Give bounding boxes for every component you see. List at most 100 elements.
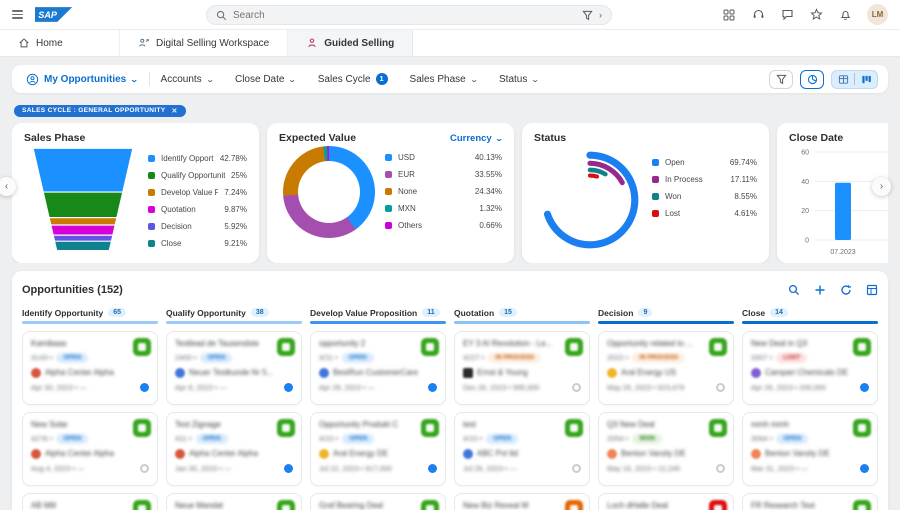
tab-digital-selling-workspace[interactable]: Digital Selling Workspace [120,30,289,56]
close-icon[interactable]: ✕ [172,107,178,115]
filter-status[interactable]: Status ⌄ [488,74,550,85]
legend-label: Lost [665,209,681,218]
card-title: Sales Phase [24,132,86,144]
opportunity-card[interactable]: test 4/10 • OPEN ABC Pvt ltd Jul 26, 2023 • … [454,411,590,486]
opportunity-card[interactable]: Q3 New Deal 2054 • WON Benton Varsity DE May… [598,411,734,486]
card-date-row: May 26, 2023 • 623,479 [607,382,725,392]
card-title: Opportunity Produkt C [319,419,399,429]
assignee-indicator-icon [140,382,149,392]
feedback-chat-icon[interactable] [780,8,794,22]
chart-view-button[interactable] [800,69,824,89]
legend-value: 24.34% [474,186,502,196]
legend-value: 8.55% [734,192,757,201]
card-title: test [463,419,476,429]
card-value: 4143 • [31,353,53,363]
opportunity-card[interactable]: Neue Mandat2451 •OPENAlpha Center AlphaF… [166,492,302,510]
card-status-badge [853,337,871,356]
legend-swatch [652,159,659,166]
legend-item: In Process 17.11% [652,171,757,188]
filter-tag-sales-cycle[interactable]: SALES CYCLE : GENERAL OPPORTUNITY ✕ [14,104,186,117]
menu-icon[interactable] [12,10,23,19]
column-count-badge: 11 [422,308,440,318]
close-date-card: Close Date 604020007.202308.2023 [777,123,888,263]
legend-swatch [385,170,392,178]
opportunity-card[interactable]: Opportunity related to ... 2022 • IN PROCE… [598,330,734,405]
card-status-badge [277,418,295,437]
card-date-row: Mar 31, 2023 • — [751,463,869,473]
card-status-badge [421,337,439,356]
assignee-indicator-icon [716,463,725,473]
chevron-down-icon: ⌄ [494,133,504,143]
search-input[interactable] [233,9,576,21]
table-view-button[interactable] [832,71,854,88]
card-title: FR Research Test [751,500,815,510]
tab-guided-selling[interactable]: Guided Selling [288,30,414,56]
search-expand-chevron-icon[interactable]: › [599,10,602,20]
card-status-badge [421,418,439,437]
opportunity-card[interactable]: New Deal in Q3 3307 • LOST Campari Chemical… [742,330,878,405]
card-date-row: Dec 26, 2023 • 995,000 [463,382,581,392]
account-icon [319,448,329,459]
card-value-row: 4/10 • OPEN [319,433,437,444]
close-date: May 26, 2023 • 623,479 [607,382,685,392]
card-status-badge [565,499,583,510]
notifications-bell-icon[interactable] [838,8,852,22]
avatar[interactable]: LM [867,4,888,25]
opportunity-card[interactable]: New Solar 4276 • OPEN Alpha Center Alpha Aug… [22,411,158,486]
kpi-cards-row: Sales Phase Identify Opportunity 42.78% Qu… [12,123,888,263]
x-tick-label: 07.2023 [830,249,855,256]
opportunity-card[interactable]: Opportunity Produkt C 4/10 • OPEN Aral Ener… [310,411,446,486]
filter-sales-cycle[interactable]: Sales Cycle 1 [307,73,399,85]
shortcuts-icon[interactable] [722,8,736,22]
account-icon [175,448,185,459]
column-name: Develop Value Proposition [310,307,418,318]
donut-legend: USD 40.13% EUR 33.55% None 24.34% MXN 1.32% Othe… [385,149,502,234]
global-search[interactable]: › [206,5,612,25]
card-value-row: 3307 • LOST [751,352,869,363]
legend-value: 0.66% [479,220,502,230]
legend-label: None [398,186,418,196]
assignee-indicator-icon [716,382,725,392]
opportunity-card[interactable]: FR Research Test3101 •OPENBenton Varsity… [742,492,878,510]
carousel-next-button[interactable]: › [872,177,891,196]
home-icon [19,38,29,48]
opportunity-card[interactable]: EY 3 AI Revolution - Le... 4227 • IN PROCE… [454,330,590,405]
opportunity-card[interactable]: Kamibaas 4143 • OPEN Alpha Center Alpha Apr … [22,330,158,405]
kanban-column-header: Develop Value Proposition 11 [310,307,446,318]
tab-home[interactable]: Home [0,30,120,56]
search-filter-icon[interactable] [582,10,593,21]
column-progress-bar [22,321,158,324]
card-value: 2400 • [175,353,197,363]
refresh-button[interactable] [840,284,852,296]
status-pill: LOST [776,352,808,363]
opportunity-card[interactable]: Testlead de Tausendste 2400 • OPEN Neuer Te… [166,330,302,405]
filter-my-opportunities[interactable]: My Opportunities ⌄ [22,73,149,86]
filter-accounts[interactable]: Accounts ⌄ [150,74,224,85]
favorites-star-icon[interactable] [809,8,823,22]
opportunity-card[interactable]: opportunity 2 4/11 • OPEN BestRun CustomerC… [310,330,446,405]
chevron-down-icon: ⌄ [205,74,215,84]
status-pill: OPEN [195,433,228,444]
opportunity-card[interactable]: Loch dHalle Deal2060 •LOSTBenton Varsity… [598,492,734,510]
card-title: Expected Value [279,132,357,144]
card-date-row: Apr 28, 2023 • — [319,382,437,392]
opportunity-card[interactable]: Graf Bearing Deal4/12 •OPENAral Energy D… [310,492,446,510]
opportunity-card[interactable]: AB Mill4310 •OPENAlpha Center AlphaSep 1… [22,492,158,510]
currency-dropdown[interactable]: Currency ⌄ [450,133,504,144]
kanban-column: Identify Opportunity 65 Kamibaas 4143 • OPEN… [22,307,158,510]
legend-swatch [652,210,659,217]
table-view-button[interactable] [866,284,878,296]
filter-funnel-button[interactable] [769,69,793,89]
legend-item: Identify Opportunity 42.78% [148,150,247,167]
opportunity-card[interactable]: New Biz Reveal M4228 •IN PROCESSErnst & … [454,492,590,510]
kanban-view-button[interactable] [855,71,877,88]
card-value: 4/10 • [463,434,483,444]
opportunity-card[interactable]: Test Zignage 411 • OPEN Alpha Center Alpha J… [166,411,302,486]
legend-value: 42.78% [219,154,247,163]
support-headset-icon[interactable] [751,8,765,22]
search-icon[interactable] [788,284,800,296]
filter-close-date[interactable]: Close Date ⌄ [224,74,307,85]
opportunity-card[interactable]: mmh mmh 3064 • OPEN Benton Varsity DE Mar 31… [742,411,878,486]
add-opportunity-button[interactable] [814,284,826,296]
filter-sales-phase[interactable]: Sales Phase ⌄ [399,74,488,85]
